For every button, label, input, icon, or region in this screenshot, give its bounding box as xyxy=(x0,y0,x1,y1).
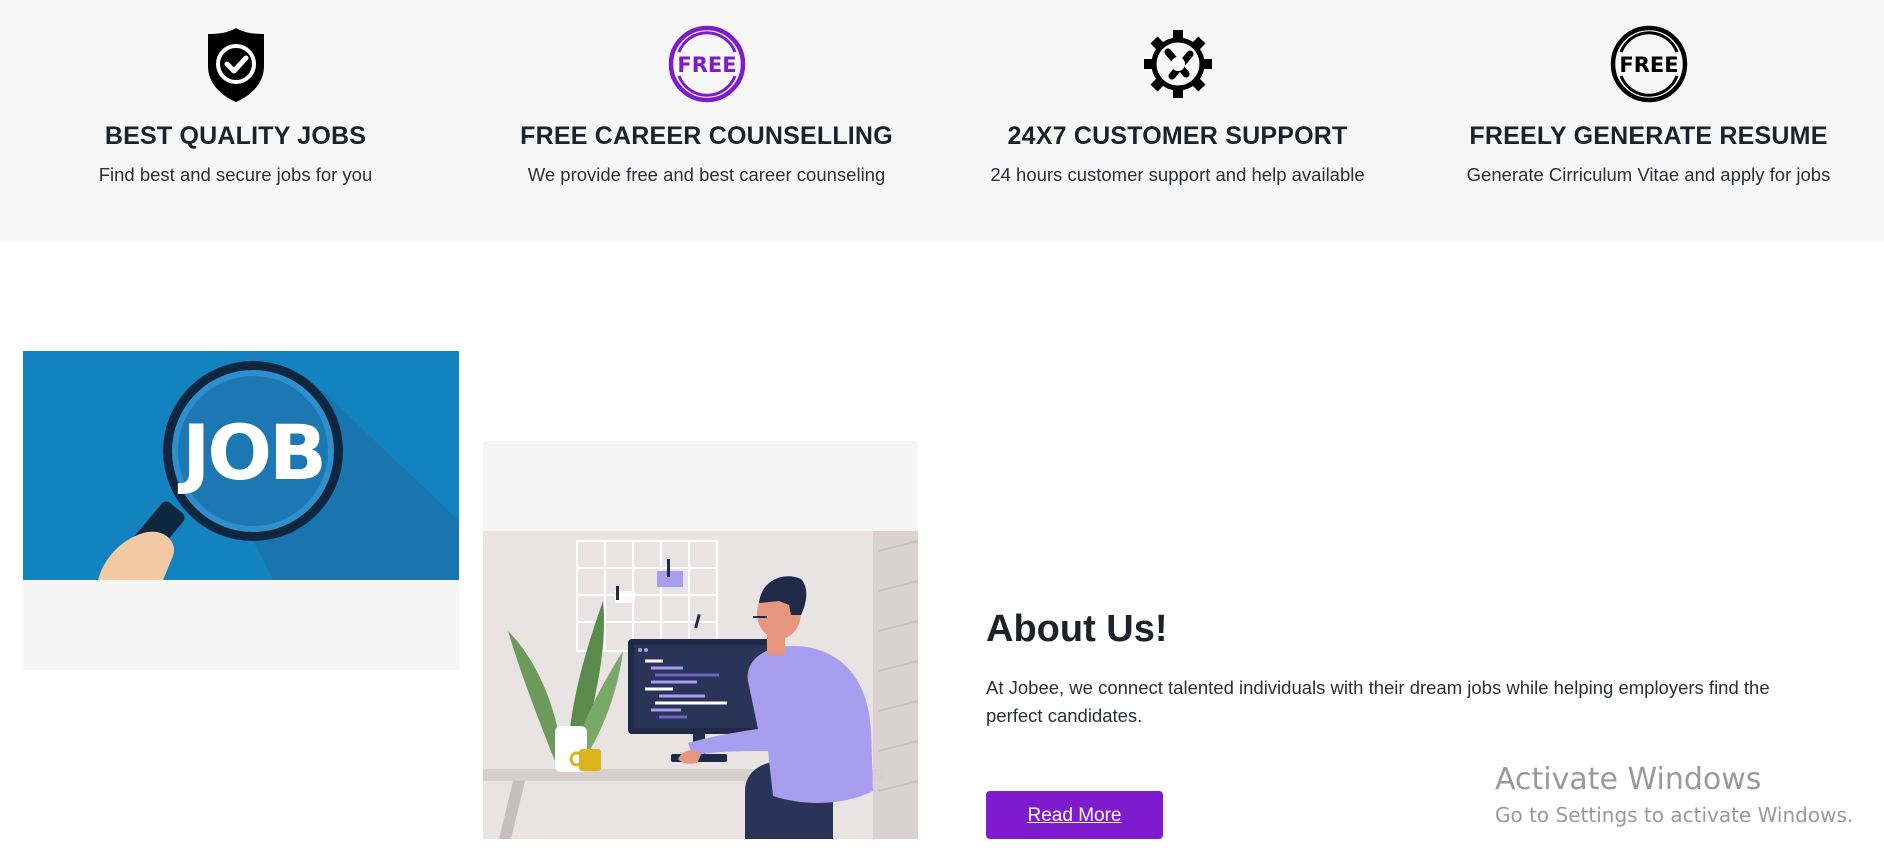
feature-description: Find best and secure jobs for you xyxy=(98,164,373,185)
activate-windows-subtitle: Go to Settings to activate Windows. xyxy=(1495,803,1854,827)
gear-wrench-icon xyxy=(1143,30,1212,98)
about-description: At Jobee, we connect talented individual… xyxy=(986,677,1770,726)
free-badge-text: FREE xyxy=(677,53,736,77)
shield-check-icon xyxy=(207,28,264,102)
activate-windows-title: Activate Windows xyxy=(1495,762,1762,797)
feature-description: Generate Cirriculum Vitae and apply for … xyxy=(1466,164,1831,185)
job-banner-text: JOB xyxy=(177,408,324,497)
features-section: BEST QUALITY JOBS Find best and secure j… xyxy=(0,0,1884,242)
free-badge-purple-icon: FREE xyxy=(668,25,745,103)
read-more-button[interactable]: Read More xyxy=(986,791,1163,839)
feature-title: FREE CAREER COUNSELLING xyxy=(520,122,893,150)
feature-description: We provide free and best career counseli… xyxy=(527,164,886,185)
feature-title: 24X7 CUSTOMER SUPPORT xyxy=(1007,122,1348,150)
free-badge-text: FREE xyxy=(1619,53,1678,77)
developer-illustration xyxy=(483,441,918,839)
free-badge-icon: FREE xyxy=(1610,25,1687,103)
feature-title: BEST QUALITY JOBS xyxy=(104,122,367,150)
about-title: About Us! xyxy=(986,608,1168,650)
job-search-image: JOB xyxy=(23,351,459,670)
feature-description: 24 hours customer support and help avail… xyxy=(990,164,1365,185)
feature-title: FREELY GENERATE RESUME xyxy=(1469,122,1828,150)
